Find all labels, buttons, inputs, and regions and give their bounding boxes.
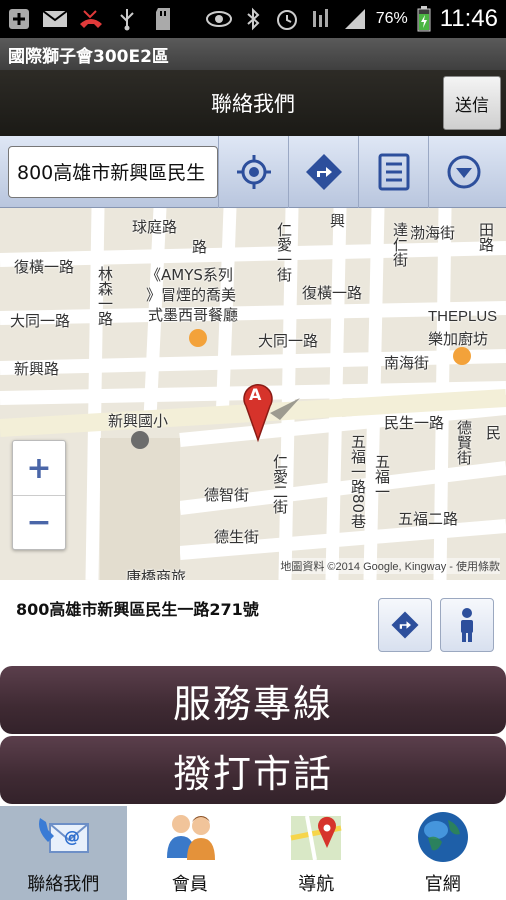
directions-icon (391, 611, 419, 639)
chevron-down-icon (447, 155, 480, 188)
call-landline-button[interactable]: 撥打市話 (0, 736, 506, 804)
map-label: 《AMYS系列 (146, 266, 233, 284)
page-title: 聯絡我們 (211, 92, 295, 116)
directions-icon (305, 153, 342, 190)
locate-button[interactable] (218, 135, 288, 208)
address-input[interactable]: 800高雄市新興區民生 (8, 145, 218, 198)
map-copyright[interactable]: 地圖資料 ©2014 Google, Kingway - 使用條款 (280, 558, 500, 574)
map-label: 大同一路 (258, 332, 319, 350)
map-label: 德賢街 (455, 420, 473, 465)
map-label: 達仁街 (391, 222, 409, 267)
service-hotline-button[interactable]: 服務專線 (0, 666, 506, 734)
tab-label: 會員 (171, 874, 208, 895)
map-label: 仁愛二街 (271, 454, 289, 514)
directions-button[interactable] (288, 135, 358, 208)
clock: 11:46 (439, 5, 498, 32)
tab-label: 官網 (424, 874, 461, 895)
bottom-tab-bar: @ 聯絡我們 會員 導航 官網 (0, 806, 506, 900)
battery-icon (416, 6, 432, 32)
tab-contact[interactable]: @ 聯絡我們 (0, 806, 127, 900)
app-title: 國際獅子會300E2區 (0, 38, 506, 70)
eye-icon (205, 8, 232, 30)
map-label: 民 (486, 424, 502, 442)
zoom-out-button[interactable]: − (13, 495, 65, 549)
map-label: 式墨西哥餐廳 (148, 306, 239, 324)
network-icon (308, 8, 334, 30)
map-label: 康橋商旅 (126, 568, 187, 580)
map-label: 新興國小 (108, 412, 169, 430)
navigation-map-icon (290, 815, 342, 861)
tab-members[interactable]: 會員 (127, 806, 254, 900)
tab-website[interactable]: 官網 (380, 806, 506, 900)
map-label: 新興路 (14, 360, 60, 378)
alarm-icon (274, 8, 300, 30)
page-header: 聯絡我們 送信 (0, 70, 506, 136)
map-label: 復橫一路 (14, 258, 75, 276)
map-label: 南海街 (384, 354, 430, 372)
map-label: 五福一路80巷 (349, 434, 367, 529)
tab-navigation[interactable]: 導航 (253, 806, 380, 900)
zoom-in-button[interactable]: + (13, 441, 65, 495)
svg-text:@: @ (64, 827, 80, 846)
zoom-controls: + − (12, 440, 66, 550)
map-label: 興 (330, 212, 346, 230)
street-view-button[interactable] (440, 598, 494, 652)
tab-label: 聯絡我們 (27, 874, 100, 895)
map-label: 》冒煙的喬美 (146, 286, 237, 304)
map-view[interactable]: 球庭路 復橫一路 林森一路 大同一路 新興路 《AMYS系列 》冒煙的喬美 式墨… (0, 208, 506, 580)
list-button[interactable] (358, 135, 428, 208)
marker-label: A (249, 385, 262, 404)
globe-icon (417, 812, 468, 862)
address-text: 800高雄市新興區民生一路271號 (16, 600, 259, 619)
map-label: 五福二路 (398, 510, 459, 528)
map-label: 路 (192, 238, 208, 256)
map-label: THEPLUS (428, 308, 498, 325)
sd-card-icon (150, 8, 176, 30)
pegman-icon (461, 608, 473, 642)
usb-icon (114, 8, 140, 31)
map-label: 大同一路 (10, 312, 71, 330)
address-row: 800高雄市新興區民生一路271號 (0, 580, 506, 662)
add-icon (6, 8, 32, 30)
status-bar: 76% 11:46 (0, 0, 506, 38)
contact-mail-icon: @ (39, 818, 90, 853)
map-label: 復橫一路 (302, 284, 363, 302)
map-label: 球庭路 (132, 218, 178, 236)
missed-call-icon (78, 8, 104, 30)
tab-label: 導航 (298, 874, 335, 895)
mail-icon (42, 8, 68, 30)
map-label: 民生一路 (384, 414, 445, 432)
map-toolbar: 800高雄市新興區民生 (0, 135, 506, 208)
members-icon (166, 815, 215, 860)
route-button[interactable] (378, 598, 432, 652)
map-label: 五福一 (373, 454, 391, 499)
battery-percent: 76% (375, 10, 408, 27)
map-label: 田路 (477, 222, 495, 252)
map-label: 德智街 (204, 486, 250, 504)
dropdown-button[interactable] (428, 135, 498, 208)
map-label: 渤海街 (410, 224, 456, 242)
send-button[interactable]: 送信 (443, 76, 501, 130)
map-label: 德生街 (214, 528, 260, 546)
map-label: 仁愛一街 (275, 222, 293, 282)
list-icon (378, 153, 409, 190)
bluetooth-icon (240, 7, 266, 31)
locate-icon (236, 154, 271, 189)
signal-icon (342, 8, 368, 30)
map-label: 林森一路 (96, 266, 114, 326)
map-label: 樂加廚坊 (428, 330, 489, 348)
